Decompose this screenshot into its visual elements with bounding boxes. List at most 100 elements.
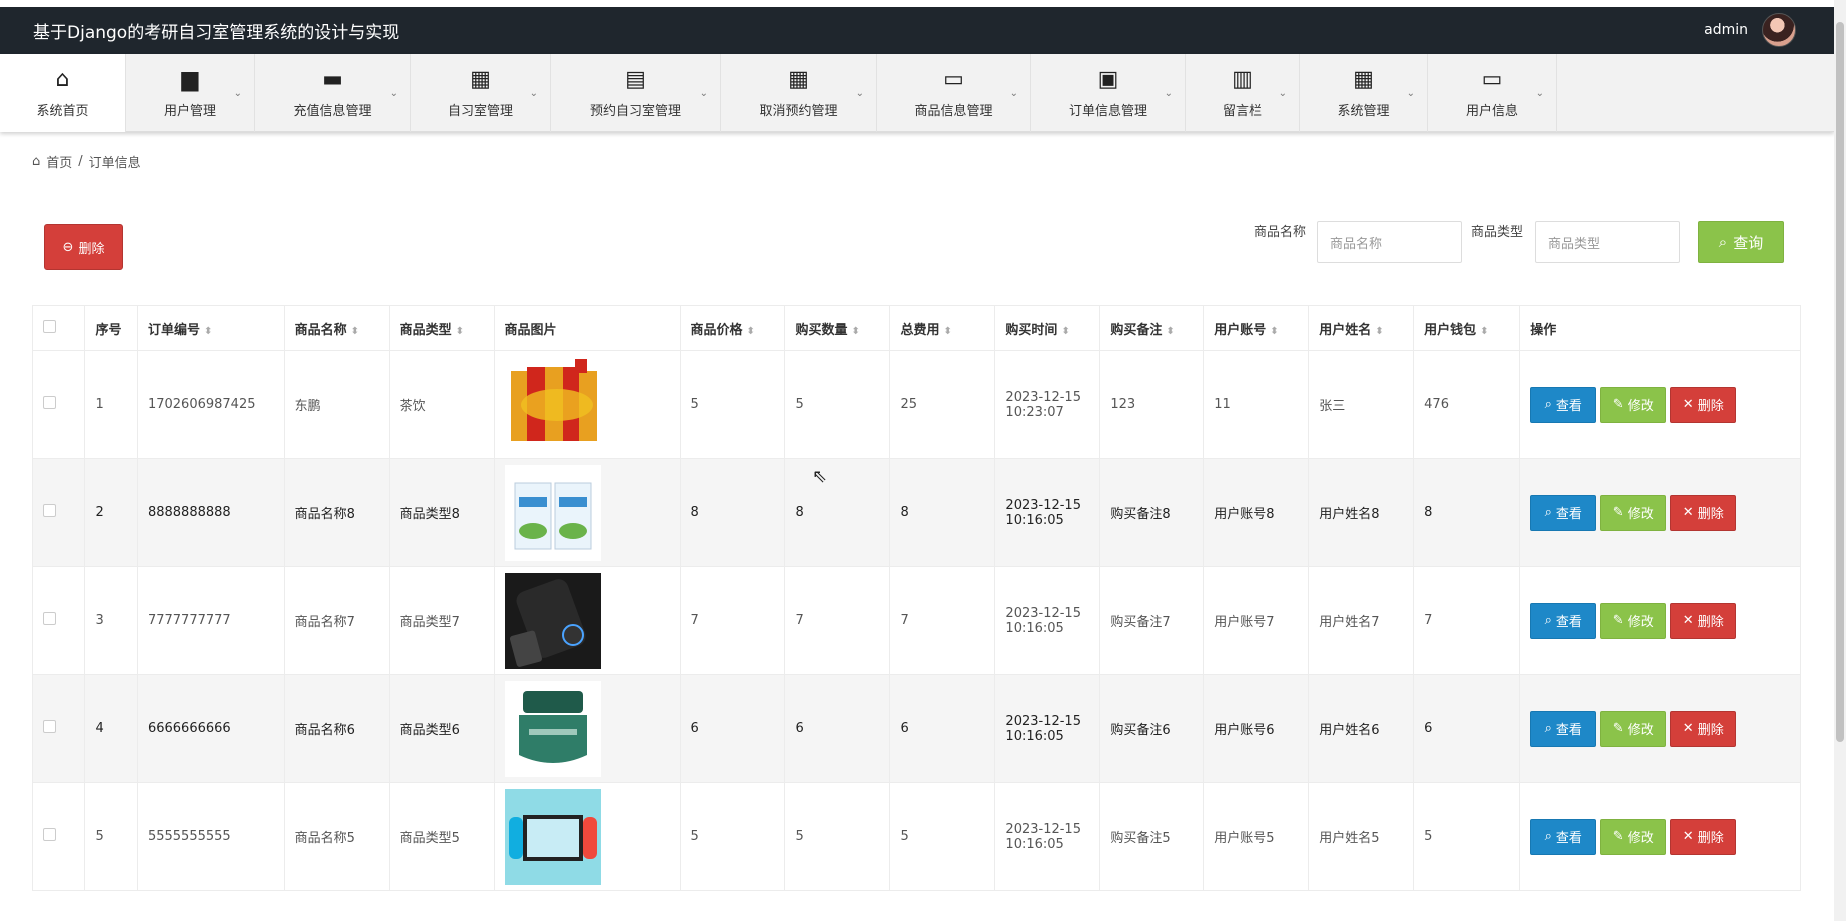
- table-header-row: 序号 订单编号 ⬍ 商品名称 ⬍ 商品类型 ⬍ 商品图片 商品价格 ⬍ 购买数量 ⬍ 总费用 ⬍ 购买时间 ⬍…: [31, 305, 1801, 351]
- sort-icon[interactable]: ⬍: [456, 326, 464, 337]
- sort-icon[interactable]: ⬍: [852, 326, 860, 337]
- table-row[interactable]: 4 6666666666 商品名称6 商品类型6 6 6 6 2023-12-15 10:16…: [31, 674, 1801, 783]
- query-button[interactable]: ⌕ 查询: [1698, 221, 1784, 263]
- sort-icon[interactable]: ⬍: [1061, 326, 1069, 337]
- nav-item-label: 系统管理: [1337, 103, 1390, 119]
- column-header-label: 用户姓名: [1319, 322, 1372, 338]
- view-button[interactable]: ⌕ 查看: [1530, 386, 1597, 423]
- clipboard-check-icon: ▣: [1097, 66, 1119, 92]
- close-icon: ✕: [1682, 505, 1694, 520]
- delete-button[interactable]: ✕ 删除: [1670, 710, 1737, 747]
- close-icon: ✕: [1682, 397, 1694, 412]
- product-type-input[interactable]: 商品类型: [1535, 221, 1680, 263]
- sort-icon[interactable]: ⬍: [351, 326, 359, 337]
- nav-item-0[interactable]: ⌂ 系统首页: [0, 54, 126, 132]
- page-scrollbar[interactable]: [1834, 0, 1846, 921]
- cell-total: 6: [889, 674, 996, 783]
- nav-item-9[interactable]: ▦ 系统管理 ⌄: [1300, 54, 1428, 132]
- column-header-label: 序号: [95, 322, 122, 338]
- table-row[interactable]: 2 8888888888 商品名称8 商品类型8 8 8 8 2023-12-15 10:16…: [31, 458, 1801, 567]
- view-button[interactable]: ⌕ 查看: [1530, 494, 1597, 531]
- scrollbar-thumb[interactable]: [1836, 22, 1844, 742]
- edit-button[interactable]: ✎ 修改: [1600, 710, 1667, 747]
- chevron-down-icon: ⌄: [529, 88, 538, 99]
- table-row[interactable]: 1 1702606987425 东鹏 茶饮 5 5 25 2023-12-15 10:23:0…: [31, 350, 1801, 459]
- edit-button[interactable]: ✎ 修改: [1600, 494, 1667, 531]
- row-checkbox[interactable]: [43, 720, 56, 733]
- nav-item-8[interactable]: ▥ 留言栏 ⌄: [1186, 54, 1300, 132]
- cell-time: 2023-12-15 10:16:05: [994, 674, 1101, 783]
- nav-item-3[interactable]: ▦ 自习室管理 ⌄: [411, 54, 551, 132]
- view-button[interactable]: ⌕ 查看: [1530, 602, 1597, 639]
- cell-type: 商品类型8: [388, 458, 495, 567]
- delete-button[interactable]: ✕ 删除: [1670, 386, 1737, 423]
- edit-icon: ✎: [1612, 505, 1624, 520]
- avatar[interactable]: [1762, 13, 1796, 47]
- sort-icon[interactable]: ⬍: [747, 326, 755, 337]
- edit-button[interactable]: ✎ 修改: [1600, 386, 1667, 423]
- cell-username: 用户姓名8: [1308, 458, 1415, 567]
- view-label: 查看: [1555, 507, 1582, 522]
- product-name-input[interactable]: 商品名称: [1317, 221, 1462, 263]
- column-header[interactable]: 商品名称 ⬍: [283, 305, 390, 351]
- product-image-cell: [493, 566, 681, 675]
- column-header-label: 购买数量: [795, 322, 848, 338]
- row-select-cell: [31, 566, 86, 675]
- delete-button[interactable]: ✕ 删除: [1670, 494, 1737, 531]
- actions-cell: ⌕ 查看 ✎ 修改 ✕ 删除: [1519, 458, 1801, 567]
- sort-icon[interactable]: ⬍: [1480, 326, 1488, 337]
- column-header[interactable]: 商品类型 ⬍: [388, 305, 495, 351]
- breadcrumb-home[interactable]: 首页: [46, 152, 72, 171]
- bulk-delete-button[interactable]: ⊖ 删除: [44, 224, 123, 270]
- breadcrumb-separator: /: [78, 154, 83, 169]
- column-header[interactable]: 订单编号 ⬍: [136, 305, 285, 351]
- column-header[interactable]: 用户账号 ⬍: [1203, 305, 1310, 351]
- column-header[interactable]: 购买备注 ⬍: [1099, 305, 1205, 351]
- app-title: 基于Django的考研自习室管理系统的设计与实现: [33, 23, 400, 43]
- sort-icon[interactable]: ⬍: [204, 326, 212, 337]
- user-menu[interactable]: admin: [1704, 13, 1796, 47]
- view-button[interactable]: ⌕ 查看: [1530, 818, 1597, 855]
- username-label[interactable]: admin: [1704, 22, 1748, 38]
- column-header[interactable]: 购买时间 ⬍: [994, 305, 1101, 351]
- sort-icon[interactable]: ⬍: [1270, 326, 1278, 337]
- delete-button[interactable]: ✕ 删除: [1670, 818, 1737, 855]
- row-checkbox[interactable]: [43, 504, 56, 517]
- edit-button[interactable]: ✎ 修改: [1600, 818, 1667, 855]
- view-button[interactable]: ⌕ 查看: [1530, 710, 1597, 747]
- cell-type: 商品类型6: [388, 674, 495, 783]
- nav-item-2[interactable]: ▬ 充值信息管理 ⌄: [255, 54, 411, 132]
- column-header-label: 商品类型: [399, 322, 452, 338]
- nav-item-10[interactable]: ▭ 用户信息 ⌄: [1428, 54, 1557, 132]
- nav-item-4[interactable]: ▤ 预约自习室管理 ⌄: [551, 54, 721, 132]
- cell-price: 6: [679, 674, 786, 783]
- cell-time: 2023-12-15 10:16:05: [994, 782, 1101, 891]
- sort-icon[interactable]: ⬍: [1375, 326, 1383, 337]
- nav-item-label: 用户管理: [163, 103, 216, 119]
- select-all-checkbox[interactable]: [43, 319, 56, 333]
- nav-item-6[interactable]: ▭ 商品信息管理 ⌄: [877, 54, 1031, 132]
- table-row[interactable]: 3 7777777777 商品名称7 商品类型7 7 7 7 2023-12-15 10:16…: [31, 566, 1801, 675]
- column-header[interactable]: 用户姓名 ⬍: [1308, 305, 1415, 351]
- table-row[interactable]: 5 5555555555 商品名称5 商品类型5 5 5 5 2023-12-15 10:16…: [31, 782, 1801, 891]
- cell-qty: 5: [784, 350, 891, 459]
- column-header[interactable]: 购买数量 ⬍: [784, 305, 891, 351]
- nav-item-5[interactable]: ▦ 取消预约管理 ⌄: [721, 54, 877, 132]
- cell-account: 11: [1203, 350, 1310, 459]
- delete-button[interactable]: ✕ 删除: [1670, 602, 1737, 639]
- row-checkbox[interactable]: [43, 612, 56, 625]
- column-header[interactable]: 商品价格 ⬍: [679, 305, 786, 351]
- nav-item-1[interactable]: ▆ 用户管理 ⌄: [126, 54, 255, 132]
- cell-username: 用户姓名5: [1308, 782, 1415, 891]
- sort-icon[interactable]: ⬍: [943, 326, 951, 337]
- nav-item-7[interactable]: ▣ 订单信息管理 ⌄: [1031, 54, 1186, 132]
- column-header[interactable]: 总费用 ⬍: [889, 305, 996, 351]
- card-icon: ▭: [1481, 66, 1503, 92]
- row-checkbox[interactable]: [43, 396, 56, 409]
- column-header[interactable]: 用户钱包 ⬍: [1413, 305, 1521, 351]
- edit-label: 修改: [1627, 507, 1654, 522]
- cell-name: 商品名称5: [283, 782, 390, 891]
- row-checkbox[interactable]: [43, 828, 56, 841]
- edit-button[interactable]: ✎ 修改: [1600, 602, 1667, 639]
- sort-icon[interactable]: ⬍: [1166, 326, 1174, 337]
